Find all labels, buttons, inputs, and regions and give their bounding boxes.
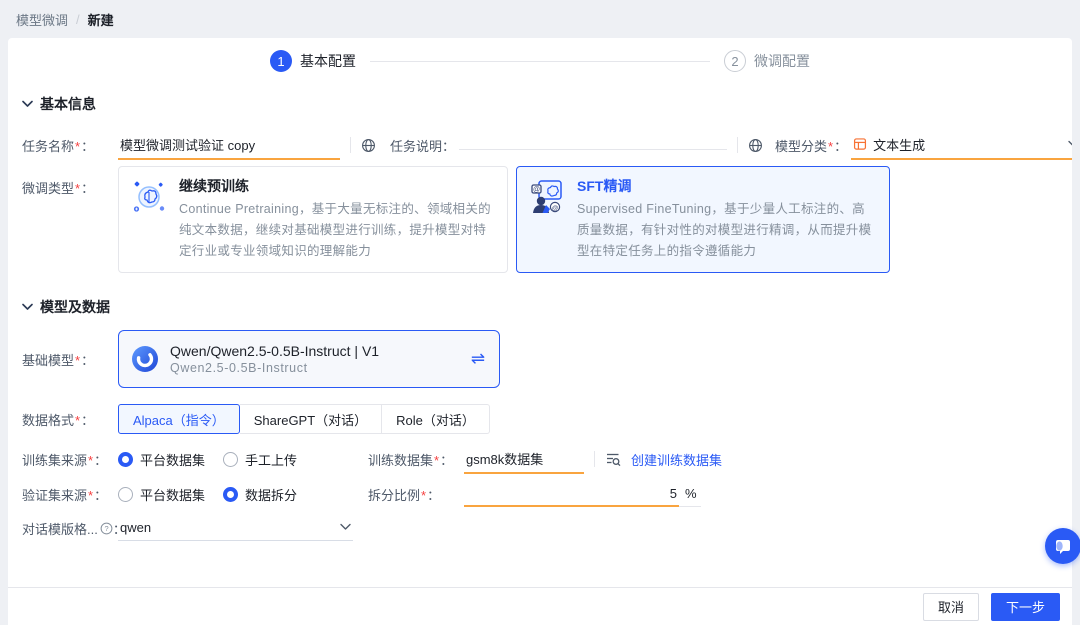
radio-dot bbox=[118, 487, 133, 502]
radio-dot bbox=[118, 452, 133, 467]
section-basic-info[interactable]: 基本信息 bbox=[22, 94, 96, 114]
step-number: 2 bbox=[724, 50, 746, 72]
data-format-option-sharegpt[interactable]: ShareGPT（对话） bbox=[240, 404, 382, 434]
row-data-format: 数据格式*： Alpaca（指令） ShareGPT（对话） Role（对话） bbox=[22, 404, 490, 434]
svg-text:?: ? bbox=[104, 524, 108, 533]
train-source-label: 训练集来源*： bbox=[22, 450, 118, 469]
chat-template-value: qwen bbox=[120, 520, 151, 535]
data-format-label: 数据格式*： bbox=[22, 410, 118, 429]
base-model-card[interactable]: Qwen/Qwen2.5-0.5B-Instruct | V1 Qwen2.5-… bbox=[118, 330, 500, 388]
row-chat-template: 对话模版格... ? ： qwen bbox=[22, 515, 353, 541]
chevron-down-icon bbox=[22, 303, 33, 311]
train-dataset-label: 训练数据集*： bbox=[368, 450, 464, 469]
finetune-card-sft[interactable]: @ @ SFT精调 Supervised FineTuning，基于少量人工标注… bbox=[516, 166, 890, 273]
step-label: 微调配置 bbox=[754, 51, 810, 71]
breadcrumb-current: 新建 bbox=[88, 10, 114, 29]
globe-icon[interactable] bbox=[748, 138, 763, 153]
help-icon[interactable]: ? bbox=[100, 522, 113, 535]
radio-dot bbox=[223, 487, 238, 502]
next-step-button[interactable]: 下一步 bbox=[991, 593, 1060, 621]
qwen-logo bbox=[131, 345, 159, 373]
base-model-label: 基础模型*： bbox=[22, 350, 118, 369]
breadcrumb: 模型微调 / 新建 bbox=[0, 0, 1080, 38]
radio-platform-dataset-valid[interactable]: 平台数据集 bbox=[118, 485, 205, 504]
stepper-connector bbox=[370, 61, 710, 62]
row-basic-fields: 任务名称*： 模型微调测试验证 copy 任务说明： 模型分类*： 文本生成 bbox=[22, 131, 1080, 159]
required-asterisk: * bbox=[828, 139, 833, 154]
row-train-source: 训练集来源*： 平台数据集 手工上传 训练数据集*： gsm8k数据集 创建训练… bbox=[22, 445, 722, 473]
category-icon bbox=[853, 137, 867, 151]
task-name-label: 任务名称*： bbox=[22, 136, 118, 155]
section-title: 基本信息 bbox=[40, 94, 96, 114]
radio-platform-dataset[interactable]: 平台数据集 bbox=[118, 450, 205, 469]
radio-data-split[interactable]: 数据拆分 bbox=[223, 485, 297, 504]
section-title: 模型及数据 bbox=[40, 297, 110, 317]
assistant-icon bbox=[1052, 535, 1074, 557]
cancel-button[interactable]: 取消 bbox=[923, 593, 979, 621]
radio-dot bbox=[223, 452, 238, 467]
task-desc-label: 任务说明： bbox=[390, 136, 455, 155]
data-format-option-alpaca[interactable]: Alpaca（指令） bbox=[118, 404, 240, 434]
required-asterisk: * bbox=[75, 139, 80, 154]
required-asterisk: * bbox=[75, 353, 80, 368]
row-finetune-type: 微调类型*： 继续预训练 Co bbox=[22, 166, 890, 273]
svg-text:@: @ bbox=[533, 187, 540, 194]
required-asterisk: * bbox=[88, 453, 93, 468]
brain-icon bbox=[131, 178, 167, 216]
required-asterisk: * bbox=[75, 181, 80, 196]
required-asterisk: * bbox=[88, 488, 93, 503]
step-basic-config[interactable]: 1 基本配置 bbox=[270, 50, 356, 72]
model-category-select[interactable]: 文本生成 bbox=[851, 131, 1080, 160]
data-format-option-role[interactable]: Role（对话） bbox=[382, 404, 490, 434]
base-model-name: Qwen/Qwen2.5-0.5B-Instruct | V1 bbox=[170, 343, 460, 359]
base-model-version: Qwen2.5-0.5B-Instruct bbox=[170, 361, 460, 375]
split-ratio-input[interactable]: 5 bbox=[464, 482, 679, 507]
required-asterisk: * bbox=[421, 488, 426, 503]
assistant-fab[interactable] bbox=[1045, 528, 1080, 564]
swap-icon[interactable]: ⇌ bbox=[471, 349, 485, 369]
field-divider bbox=[594, 451, 595, 467]
task-name-input[interactable]: 模型微调测试验证 copy bbox=[118, 131, 340, 160]
svg-text:@: @ bbox=[552, 205, 559, 212]
finetune-card-desc: Continue Pretraining，基于大量无标注的、领域相关的纯文本数据… bbox=[179, 199, 495, 262]
section-model-data[interactable]: 模型及数据 bbox=[22, 297, 110, 317]
footer-bar: 取消 下一步 bbox=[8, 587, 1072, 625]
main-panel: 1 基本配置 2 微调配置 基本信息 任务名称*： 模型微调测试验证 copy … bbox=[8, 38, 1072, 625]
split-ratio-suffix: % bbox=[679, 482, 701, 507]
row-base-model: 基础模型*： Qwen/Qwen2.5-0.5B-Instruct | V1 Q… bbox=[22, 330, 500, 388]
finetune-card-title: SFT精调 bbox=[577, 176, 877, 196]
field-divider bbox=[737, 137, 738, 153]
data-format-segmented: Alpaca（指令） ShareGPT（对话） Role（对话） bbox=[118, 404, 490, 434]
breadcrumb-separator: / bbox=[76, 12, 80, 27]
globe-icon[interactable] bbox=[361, 138, 376, 153]
chat-template-label: 对话模版格... ? ： bbox=[22, 519, 118, 538]
chevron-down-icon bbox=[22, 100, 33, 108]
field-divider bbox=[350, 137, 351, 153]
train-dataset-input[interactable]: gsm8k数据集 bbox=[464, 445, 584, 474]
model-category-value: 文本生成 bbox=[873, 135, 925, 154]
task-desc-input[interactable] bbox=[459, 140, 727, 150]
create-train-dataset-link[interactable]: 创建训练数据集 bbox=[631, 450, 722, 469]
dataset-search-icon[interactable] bbox=[605, 451, 621, 467]
valid-source-label: 验证集来源*： bbox=[22, 485, 118, 504]
chevron-down-icon bbox=[340, 523, 351, 531]
required-asterisk: * bbox=[434, 453, 439, 468]
finetune-card-desc: Supervised FineTuning，基于少量人工标注的、高质量数据，有针… bbox=[577, 199, 877, 262]
finetune-card-continue-pretraining[interactable]: 继续预训练 Continue Pretraining，基于大量无标注的、领域相关… bbox=[118, 166, 508, 273]
sft-person-icon: @ @ bbox=[529, 178, 565, 216]
step-finetune-config[interactable]: 2 微调配置 bbox=[724, 50, 810, 72]
row-valid-source: 验证集来源*： 平台数据集 数据拆分 拆分比例*： 5 % bbox=[22, 480, 701, 508]
chat-template-select[interactable]: qwen bbox=[118, 516, 353, 541]
breadcrumb-parent[interactable]: 模型微调 bbox=[16, 10, 68, 29]
finetune-card-title: 继续预训练 bbox=[179, 176, 495, 196]
model-category-label: 模型分类*： bbox=[775, 136, 847, 155]
step-number: 1 bbox=[270, 50, 292, 72]
stepper: 1 基本配置 2 微调配置 bbox=[8, 46, 1072, 76]
radio-manual-upload[interactable]: 手工上传 bbox=[223, 450, 297, 469]
finetune-type-label: 微调类型*： bbox=[22, 178, 118, 197]
step-label: 基本配置 bbox=[300, 51, 356, 71]
required-asterisk: * bbox=[75, 413, 80, 428]
split-ratio-label: 拆分比例*： bbox=[368, 485, 464, 504]
